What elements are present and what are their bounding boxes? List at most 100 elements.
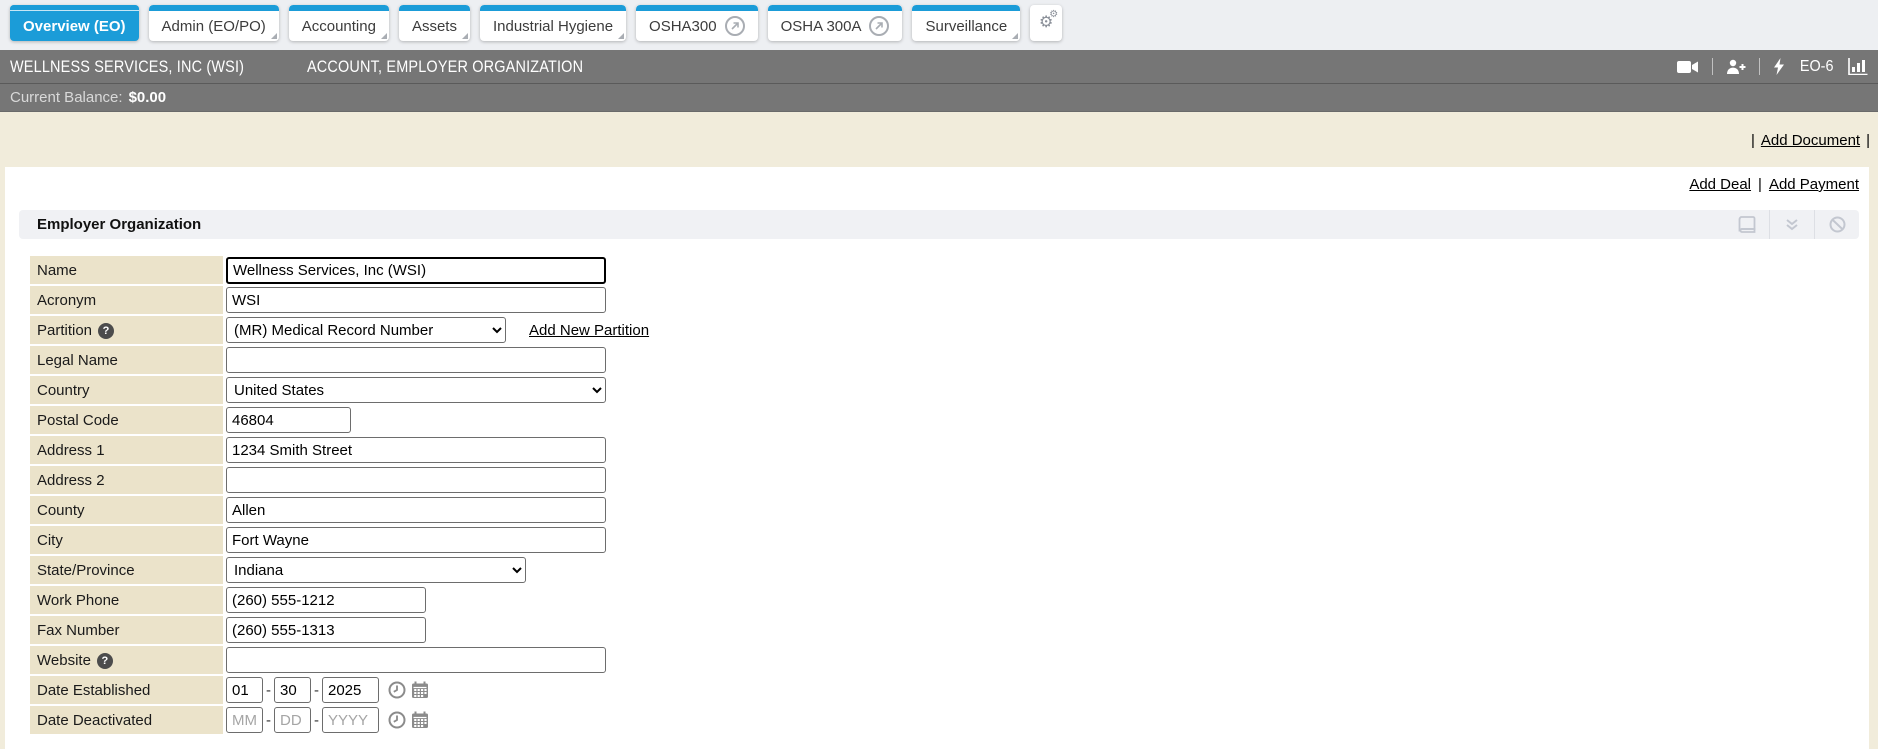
- form-row-work-phone: Work Phone: [30, 586, 649, 614]
- user-add-icon[interactable]: [1726, 59, 1746, 75]
- add-payment-link[interactable]: Add Payment: [1769, 176, 1859, 193]
- tab-admin-eo-po[interactable]: Admin (EO/PO): [149, 5, 279, 41]
- tab-menu-fold-icon: [618, 33, 624, 39]
- form-row-date-established: Date Established - -: [30, 676, 649, 704]
- field-label: Country: [37, 382, 90, 399]
- field-label: Fax Number: [37, 622, 120, 639]
- separator: |: [1866, 132, 1870, 149]
- bar-chart-icon[interactable]: [1848, 58, 1868, 75]
- tab-osha-300a[interactable]: OSHA 300A: [768, 5, 903, 41]
- tab-assets[interactable]: Assets: [399, 5, 470, 41]
- legal-name-input[interactable]: [226, 347, 606, 373]
- name-input[interactable]: [226, 257, 606, 284]
- tab-menu-fold-icon: [1012, 33, 1018, 39]
- clock-icon[interactable]: [388, 681, 406, 699]
- lightning-icon[interactable]: [1773, 58, 1785, 75]
- document-links-row: | Add Document |: [1751, 132, 1870, 149]
- tab-overview-eo[interactable]: Overview (EO): [10, 5, 139, 41]
- content-panel: Add Deal | Add Payment Employer Organiza…: [5, 167, 1869, 749]
- external-link-icon[interactable]: [725, 16, 745, 36]
- panel-links-row: Add Deal | Add Payment: [1689, 176, 1859, 193]
- block-icon[interactable]: [1814, 210, 1859, 239]
- video-camera-icon[interactable]: [1677, 60, 1699, 74]
- clock-icon[interactable]: [388, 711, 406, 729]
- field-label: County: [37, 502, 85, 519]
- collapse-double-chevron-icon[interactable]: [1769, 210, 1814, 239]
- external-link-icon[interactable]: [869, 16, 889, 36]
- balance-label: Current Balance:: [10, 89, 123, 106]
- field-label: Partition: [37, 322, 92, 339]
- help-icon[interactable]: ?: [98, 323, 114, 339]
- partition-select[interactable]: (MR) Medical Record Number: [226, 317, 506, 343]
- state-province-select[interactable]: Indiana: [226, 557, 526, 583]
- field-label: Date Established: [37, 682, 150, 699]
- date-established-day-input[interactable]: [274, 677, 311, 703]
- county-input[interactable]: [226, 497, 606, 523]
- balance-bar: Current Balance: $0.00: [0, 83, 1878, 112]
- tab-menu-fold-icon: [462, 33, 468, 39]
- tab-accounting[interactable]: Accounting: [289, 5, 389, 41]
- help-icon[interactable]: ?: [97, 653, 113, 669]
- organization-title: WELLNESS SERVICES, INC (WSI): [10, 57, 244, 77]
- date-separator: -: [314, 712, 319, 729]
- tab-label: Overview (EO): [23, 18, 126, 35]
- add-document-link[interactable]: Add Document: [1761, 132, 1860, 149]
- form-row-acronym: Acronym: [30, 286, 649, 314]
- form-row-city: City: [30, 526, 649, 554]
- add-new-partition-link[interactable]: Add New Partition: [529, 322, 649, 339]
- form-row-name: Name: [30, 256, 649, 284]
- add-deal-link[interactable]: Add Deal: [1689, 176, 1751, 193]
- tab-settings-button[interactable]: ⚙ ⚙: [1030, 5, 1062, 41]
- calendar-icon[interactable]: [411, 711, 429, 729]
- field-label: Work Phone: [37, 592, 119, 609]
- tab-industrial-hygiene[interactable]: Industrial Hygiene: [480, 5, 626, 41]
- tab-label: Surveillance: [925, 18, 1007, 35]
- field-label: Name: [37, 262, 77, 279]
- separator: |: [1758, 176, 1762, 193]
- acronym-input[interactable]: [226, 287, 606, 313]
- tab-label: Industrial Hygiene: [493, 18, 613, 35]
- field-label: Website: [37, 652, 91, 669]
- address2-input[interactable]: [226, 467, 606, 493]
- website-input[interactable]: [226, 647, 606, 673]
- fax-number-input[interactable]: [226, 617, 426, 643]
- field-label: State/Province: [37, 562, 135, 579]
- entity-badge: EO-6: [1800, 58, 1834, 76]
- city-input[interactable]: [226, 527, 606, 553]
- section-header: Employer Organization: [19, 210, 1859, 239]
- date-separator: -: [314, 682, 319, 699]
- date-established-year-input[interactable]: [322, 677, 379, 703]
- tab-bar: Overview (EO) Admin (EO/PO) Accounting A…: [0, 0, 1878, 50]
- tab-label: OSHA 300A: [781, 18, 862, 35]
- gears-icon-small: ⚙: [1049, 10, 1058, 20]
- work-phone-input[interactable]: [226, 587, 426, 613]
- tab-menu-fold-icon: [381, 33, 387, 39]
- field-label: Address 1: [37, 442, 105, 459]
- field-label: Address 2: [37, 472, 105, 489]
- tab-label: Admin (EO/PO): [162, 18, 266, 35]
- field-label: Acronym: [37, 292, 96, 309]
- field-label: Legal Name: [37, 352, 118, 369]
- date-deactivated-month-input[interactable]: [226, 707, 263, 733]
- country-select[interactable]: United States: [226, 377, 606, 403]
- form-row-country: Country United States: [30, 376, 649, 404]
- book-icon[interactable]: [1724, 210, 1769, 239]
- postal-code-input[interactable]: [226, 407, 351, 433]
- tab-menu-fold-icon: [271, 33, 277, 39]
- form-row-partition: Partition ? (MR) Medical Record Number A…: [30, 316, 649, 344]
- form-row-county: County: [30, 496, 649, 524]
- tab-label: OSHA300: [649, 18, 717, 35]
- form-row-website: Website ?: [30, 646, 649, 674]
- tab-surveillance[interactable]: Surveillance: [912, 5, 1020, 41]
- date-separator: -: [266, 712, 271, 729]
- date-established-month-input[interactable]: [226, 677, 263, 703]
- date-deactivated-year-input[interactable]: [322, 707, 379, 733]
- date-deactivated-day-input[interactable]: [274, 707, 311, 733]
- divider: [1759, 58, 1760, 75]
- date-separator: -: [266, 682, 271, 699]
- tab-osha300[interactable]: OSHA300: [636, 5, 758, 41]
- calendar-icon[interactable]: [411, 681, 429, 699]
- address1-input[interactable]: [226, 437, 606, 463]
- section-title: Employer Organization: [37, 216, 201, 233]
- form-row-address1: Address 1: [30, 436, 649, 464]
